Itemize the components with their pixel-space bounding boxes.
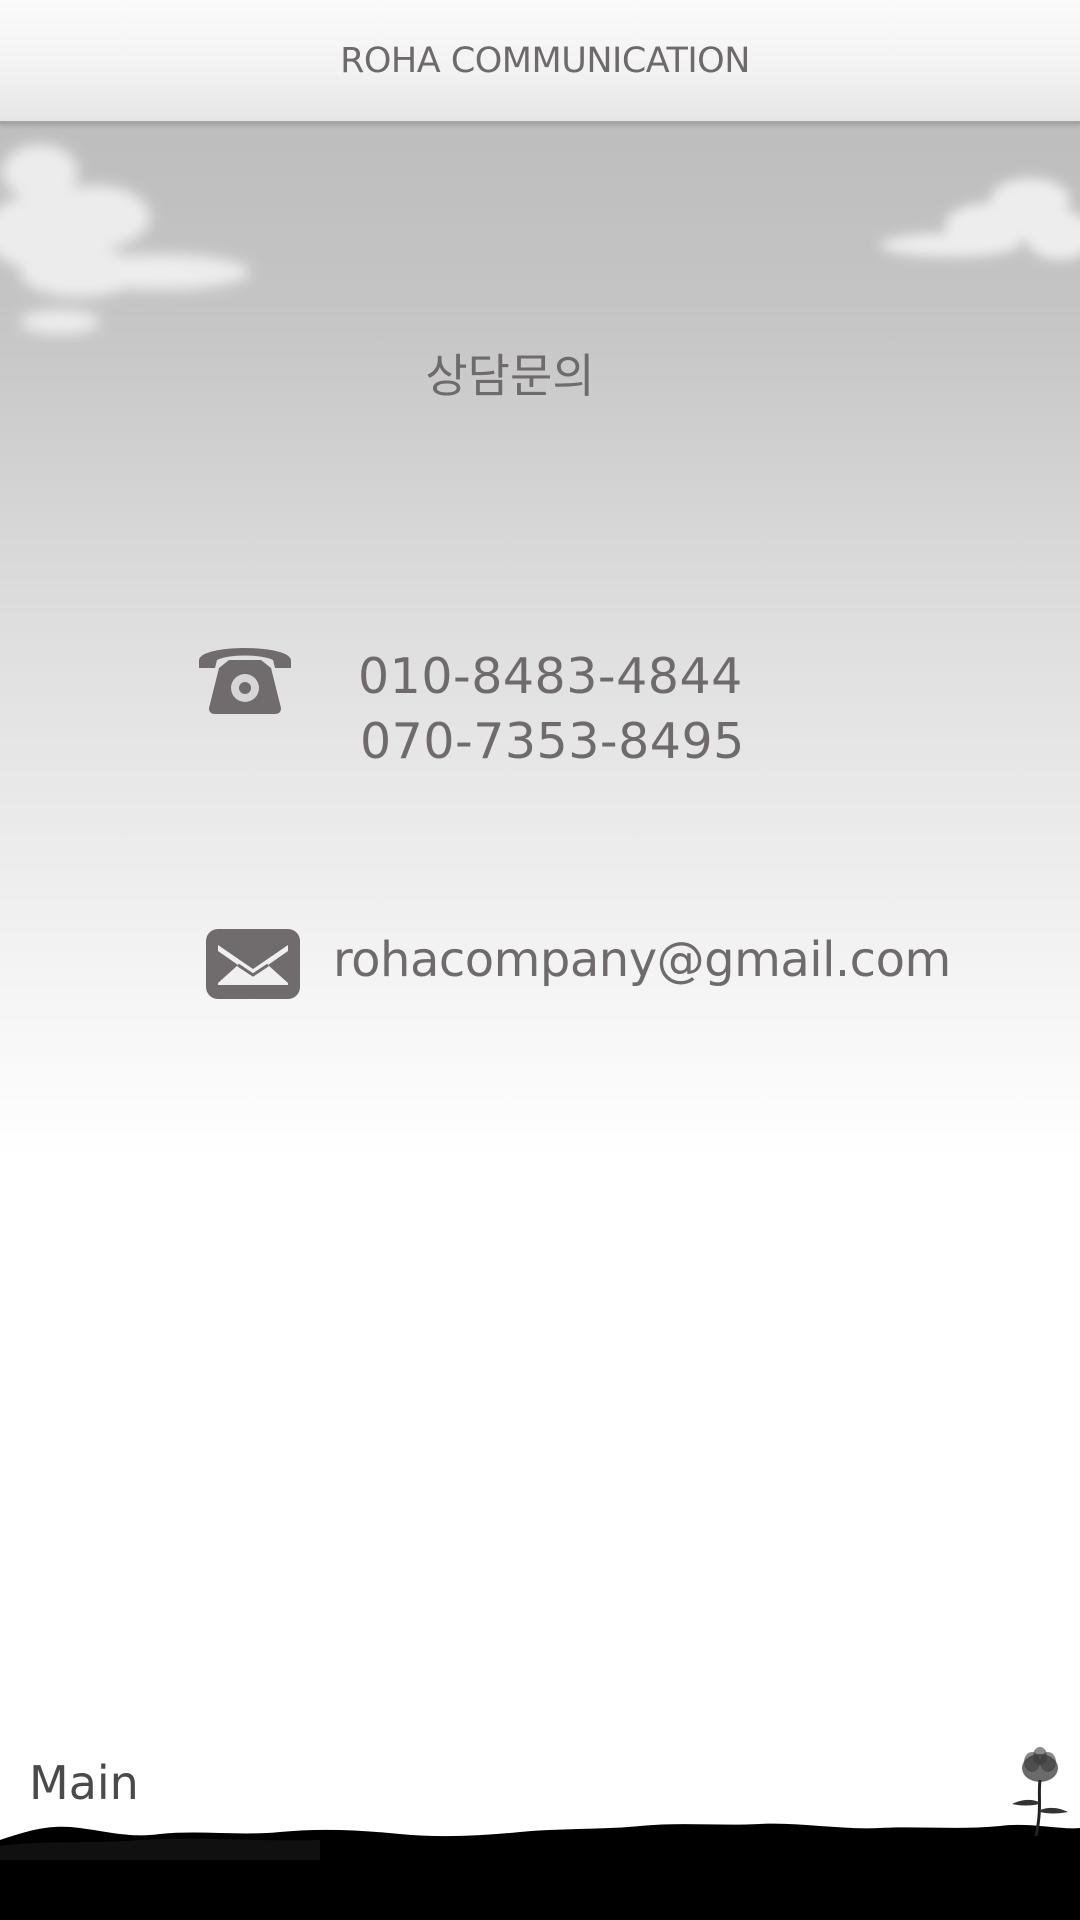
contact-screen: ROHA COMMUNICATION 상담문의 010-8483-4844 07… [0,0,1080,1920]
phone-number-secondary[interactable]: 070-7353-8495 [360,713,745,770]
email-address[interactable]: rohacompany@gmail.com [333,932,951,988]
page-heading: 상담문의 [425,349,595,403]
flower-silhouette-decoration [1012,1747,1068,1836]
main-button[interactable]: Main [25,1752,143,1814]
envelope-icon[interactable] [206,929,300,999]
cloud-left-decoration [0,144,250,334]
telephone-icon[interactable] [195,638,295,714]
title-bar: ROHA COMMUNICATION [0,0,1080,124]
ground-silhouette-decoration [0,1823,1080,1920]
cloud-right-decoration [880,178,1080,260]
app-title: ROHA COMMUNICATION [340,40,750,81]
phone-number-primary[interactable]: 010-8483-4844 [358,648,743,705]
